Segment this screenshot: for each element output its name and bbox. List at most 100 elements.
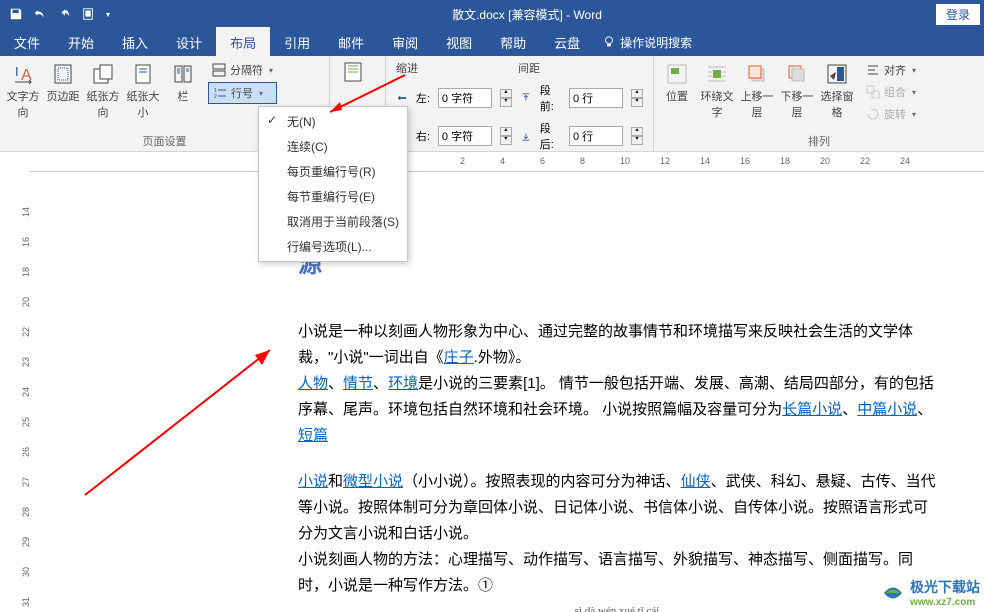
spin-up[interactable]: ▴: [500, 89, 512, 98]
spin-up[interactable]: ▴: [631, 127, 643, 136]
indent-label: 缩进: [396, 60, 418, 76]
dropdown-item-options[interactable]: 行编号选项(L)...: [259, 234, 407, 259]
spacing-after-input[interactable]: [569, 126, 623, 146]
tab-home[interactable]: 开始: [54, 27, 108, 58]
link-xiaoshuo[interactable]: 小说: [298, 473, 328, 490]
columns-icon: [171, 62, 195, 86]
tell-me-search[interactable]: 操作说明搜索: [602, 34, 692, 51]
orientation-icon: [91, 62, 115, 86]
document-area[interactable]: 源 小说是一种以刻画人物形象为中心、通过完整的故事情节和环境描写来反映社会生活的…: [30, 172, 984, 612]
margins-button[interactable]: 页边距: [44, 60, 82, 106]
paragraph-4: 小说刻画人物的方法：心理描写、动作描写、语言描写、外貌描写、神态描写、侧面描写。…: [298, 547, 936, 599]
link-qingjie[interactable]: 情节: [343, 375, 373, 392]
dropdown-item-continuous[interactable]: 连续(C): [259, 134, 407, 159]
margins-icon: [51, 62, 75, 86]
spin-up[interactable]: ▴: [500, 127, 512, 136]
breaks-button[interactable]: 分隔符▾: [208, 60, 277, 80]
qat-dropdown-icon[interactable]: ▾: [106, 10, 110, 19]
watermark: 极光下载站 www.xz7.com: [880, 577, 980, 608]
indent-left-icon: [396, 91, 408, 105]
size-button[interactable]: 纸张大小: [124, 60, 162, 122]
tab-review[interactable]: 审阅: [378, 27, 432, 58]
dropdown-item-none[interactable]: ✓无(N): [259, 109, 407, 134]
undo-icon[interactable]: [32, 6, 48, 22]
paragraph-2b: 短篇: [298, 423, 936, 449]
position-icon: [665, 62, 689, 86]
link-changpian[interactable]: 长篇小说: [782, 401, 842, 418]
pinyin-text: sì dà wén xué tǐ cái: [298, 605, 936, 612]
backward-icon: [785, 62, 809, 86]
rotate-button: 旋转▾: [862, 104, 920, 124]
wrap-button[interactable]: 环绕文字: [698, 60, 736, 122]
spin-down[interactable]: ▾: [500, 136, 512, 145]
save-icon[interactable]: [8, 6, 24, 22]
tab-references[interactable]: 引用: [270, 27, 324, 58]
vertical-ruler[interactable]: 14 16 18 20 22 23 24 25 26 27 28 29 30 3…: [0, 172, 30, 612]
ribbon: IA 文字方向 页边距 纸张方向 纸张大小 栏: [0, 56, 984, 152]
size-icon: [131, 62, 155, 86]
align-button[interactable]: 对齐▾: [862, 60, 920, 80]
watermark-icon: [880, 580, 906, 606]
spacing-after-icon: [520, 129, 532, 143]
link-renwu[interactable]: 人物: [298, 375, 328, 392]
selection-pane-icon: [825, 62, 849, 86]
login-button[interactable]: 登录: [936, 4, 980, 25]
line-numbers-icon: 12: [213, 86, 227, 100]
backward-button[interactable]: 下移一层: [778, 60, 816, 122]
orientation-button[interactable]: 纸张方向: [84, 60, 122, 122]
group-button: 组合▾: [862, 82, 920, 102]
breaks-icon: [212, 63, 226, 77]
tab-layout[interactable]: 布局: [216, 27, 270, 58]
tab-cloud[interactable]: 云盘: [540, 27, 594, 58]
paragraph-2: 人物、情节、环境是小说的三要素[1]。 情节一般包括开端、发展、高潮、结局四部分…: [298, 371, 936, 423]
tab-help[interactable]: 帮助: [486, 27, 540, 58]
selection-pane-button[interactable]: 选择窗格: [818, 60, 856, 122]
tab-insert[interactable]: 插入: [108, 27, 162, 58]
forward-icon: [745, 62, 769, 86]
link-duanpian[interactable]: 短篇: [298, 427, 328, 444]
link-zhongpian[interactable]: 中篇小说: [857, 401, 917, 418]
link-xianxia[interactable]: 仙侠: [681, 473, 711, 490]
position-button[interactable]: 位置: [658, 60, 696, 106]
group-icon: [866, 85, 880, 99]
lightbulb-icon: [602, 35, 616, 49]
text-direction-icon: IA: [11, 62, 35, 86]
touch-mode-icon[interactable]: [80, 6, 96, 22]
dropdown-item-suppress[interactable]: 取消用于当前段落(S): [259, 209, 407, 234]
group-paragraph: 缩进 间距 左: ▴▾ 段前: ▴▾ 右: ▴▾ 段后:: [386, 56, 654, 151]
line-numbers-button[interactable]: 12 行号▾: [208, 82, 277, 104]
spin-up[interactable]: ▴: [631, 89, 643, 98]
tab-view[interactable]: 视图: [432, 27, 486, 58]
dropdown-item-restart-page[interactable]: 每页重编行号(R): [259, 159, 407, 184]
spacing-before-input[interactable]: [569, 88, 623, 108]
link-weixing[interactable]: 微型小说: [343, 473, 403, 490]
spin-down[interactable]: ▾: [631, 136, 643, 145]
tab-mailings[interactable]: 邮件: [324, 27, 378, 58]
horizontal-ruler[interactable]: 2 4 6 8 10 12 14 16 18 20 22 24: [30, 152, 984, 172]
wrap-icon: [705, 62, 729, 86]
paragraph-3: 小说和微型小说（小小说）。按照表现的内容可分为神话、仙侠、武侠、科幻、悬疑、古传…: [298, 469, 936, 547]
group-arrange: 位置 环绕文字 上移一层 下移一层 选择窗格 对齐▾: [654, 56, 984, 151]
align-icon: [866, 63, 880, 77]
forward-button[interactable]: 上移一层: [738, 60, 776, 122]
spin-down[interactable]: ▾: [631, 98, 643, 107]
link-zhuangzi[interactable]: 庄子: [444, 349, 474, 366]
indent-right-input[interactable]: [438, 126, 492, 146]
indent-left-input[interactable]: [438, 88, 492, 108]
manuscript-button[interactable]: [334, 58, 372, 88]
menubar: 文件 开始 插入 设计 布局 引用 邮件 审阅 视图 帮助 云盘 操作说明搜索: [0, 28, 984, 56]
columns-button[interactable]: 栏: [164, 60, 202, 106]
text-direction-button[interactable]: IA 文字方向: [4, 60, 42, 122]
redo-icon[interactable]: [56, 6, 72, 22]
spacing-label: 间距: [518, 60, 540, 76]
tab-file[interactable]: 文件: [0, 27, 54, 58]
tab-design[interactable]: 设计: [162, 27, 216, 58]
spin-down[interactable]: ▾: [500, 98, 512, 107]
link-huanjing[interactable]: 环境: [388, 375, 418, 392]
window-title: 散文.docx [兼容模式] - Word: [118, 6, 936, 23]
quick-access-toolbar: ▾: [0, 6, 118, 22]
left-label: 左:: [416, 90, 430, 106]
paragraph-1: 小说是一种以刻画人物形象为中心、通过完整的故事情节和环境描写来反映社会生活的文学…: [298, 319, 936, 371]
right-label: 右:: [416, 128, 430, 144]
dropdown-item-restart-section[interactable]: 每节重编行号(E): [259, 184, 407, 209]
